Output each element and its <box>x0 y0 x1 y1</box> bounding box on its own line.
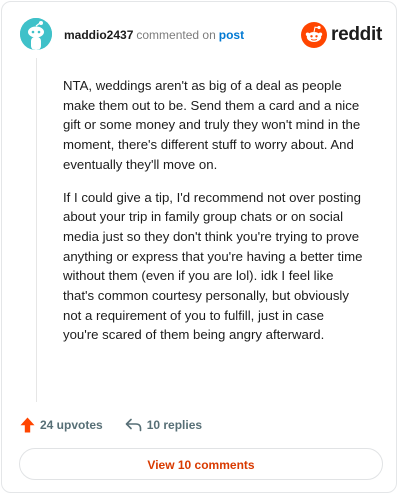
upvote-count: 24 upvotes <box>40 418 103 432</box>
upvote-button[interactable]: 24 upvotes <box>20 417 103 433</box>
comment-body: NTA, weddings aren't as big of a deal as… <box>63 76 363 358</box>
upvote-arrow-icon <box>20 417 35 433</box>
thread-line <box>36 58 37 402</box>
replies-count: 10 replies <box>146 418 203 432</box>
view-comments-button[interactable]: View 10 comments <box>19 448 383 480</box>
username[interactable]: maddio2437 <box>64 28 133 42</box>
comment-paragraph-1: NTA, weddings aren't as big of a deal as… <box>63 78 361 172</box>
replies-button[interactable]: 10 replies <box>125 418 202 432</box>
commented-on-text: commented on <box>136 28 216 42</box>
snoo-avatar-icon <box>20 18 52 50</box>
reddit-logo[interactable]: reddit <box>301 20 382 50</box>
post-link[interactable]: post <box>219 28 244 42</box>
comment-card: maddio2437 commented on post reddit NTA, w… <box>1 1 397 493</box>
comment-paragraph-2: If I could give a tip, I'd recommend not… <box>63 189 363 343</box>
comment-meta: maddio2437 commented on post <box>64 27 244 43</box>
comment-actions: 24 upvotes 10 replies <box>20 415 202 435</box>
reply-arrow-icon <box>125 418 142 432</box>
reddit-wordmark: reddit <box>331 24 382 45</box>
comment-header: maddio2437 commented on post reddit <box>20 18 382 52</box>
reddit-snoo-icon <box>301 22 328 48</box>
avatar[interactable] <box>20 18 52 50</box>
